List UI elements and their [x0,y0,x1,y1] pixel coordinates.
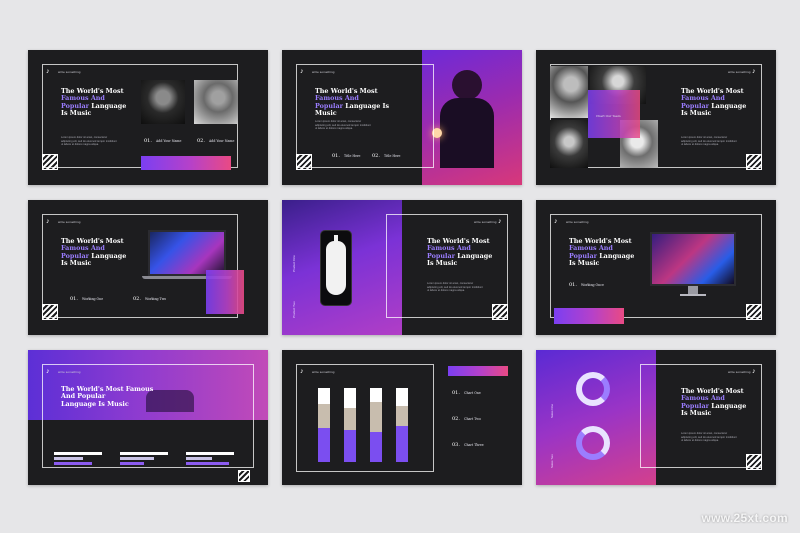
stripes-decoration [746,154,762,170]
bar-column [344,388,356,462]
item-label: Add Your Name [156,139,182,143]
monitor-base [680,294,706,296]
photo-singer [141,80,185,124]
photo-member-3 [550,120,588,168]
item-label: Chart Two [464,417,481,421]
guitarist-photo [422,50,522,185]
stripes-decoration [238,470,250,482]
bar-column [396,388,408,462]
slide-title: The World's Most Famous And Popular Lang… [681,87,747,118]
bar-item-2 [120,452,168,465]
stripes-decoration [296,154,312,170]
slide-thumbnail-2[interactable]: ♪ write something The World's Most Famou… [282,50,522,185]
bar-column [318,388,330,462]
slide-title: The World's Most Famous And Popular Lang… [427,237,493,268]
monitor-stand [688,286,698,294]
item-label: Add Your Name [209,139,235,143]
item-number: 02. [197,138,205,144]
item-label: Title Here [384,154,401,158]
stripes-decoration [492,304,508,320]
item-number: 01. [332,153,340,159]
slide-body-text: Lorem ipsum dolor sit amet, consectetur … [61,136,117,147]
slide-body-text: Lorem ipsum dolor sit amet, consectetur … [681,432,737,443]
photo-member-1 [550,66,588,118]
slide-title: The World's Most Famous And Popular Lang… [61,237,127,268]
slide-thumbnail-5[interactable]: Product One Product Two write something … [282,200,522,335]
music-note-icon: ♪ [554,218,558,225]
slide-thumbnail-7[interactable]: ♪ write something The World's Most Famou… [28,350,268,485]
music-note-icon: ♪ [46,218,50,225]
item-number: 01. [569,282,577,288]
gradient-block [554,308,624,324]
item-label: Working Two [145,297,167,301]
music-note-icon: ♪ [498,218,502,225]
slide-tag: write something [474,220,497,224]
slide-title: The World's Most Famous And Popular Lang… [61,385,154,408]
gradient-block [448,366,508,376]
slide-tag: write something [58,70,81,74]
stripes-decoration [746,304,762,320]
item-number: 02. [452,416,460,422]
donut-chart [576,426,610,460]
watermark: www.25xt.com [701,511,788,525]
gradient-block [206,270,244,314]
item-number: 02. [133,296,141,302]
slide-title: The World's Most Famous And Popular Lang… [315,87,390,118]
music-note-icon: ♪ [46,368,50,375]
phone-mockup [320,230,352,306]
slide-thumbnail-4[interactable]: ♪ write something The World's Most Famou… [28,200,268,335]
music-note-icon: ♪ [46,68,50,75]
item-label: Working Once [581,283,604,287]
bar-item-1 [54,452,102,465]
slide-thumbnail-9[interactable]: Sales One Sales Two write something ♪ Th… [536,350,776,485]
slide-tag: write something [58,220,81,224]
side-label: Product One [292,255,296,272]
music-note-icon: ♪ [752,68,756,75]
slide-body-text: Lorem ipsum dolor sit amet, consectetur … [315,120,371,131]
stripes-decoration [42,304,58,320]
gradient-block [141,156,231,170]
slide-tag: write something [58,370,81,374]
music-note-icon: ♪ [300,368,304,375]
slide-tag: write something [728,370,751,374]
photo-woman [194,80,238,124]
item-number: 03. [452,442,460,448]
music-note-icon: ♪ [300,68,304,75]
item-label: Chart One [464,391,481,395]
slide-title: The World's Most Famous And Popular Lang… [61,87,127,118]
slide-thumbnail-6[interactable]: ♪ write something The World's Most Famou… [536,200,776,335]
music-note-icon: ♪ [752,368,756,375]
slide-tag: write something [312,70,335,74]
stripes-decoration [746,454,762,470]
slide-thumbnail-3[interactable]: Chart Our Team write something ♪ The Wor… [536,50,776,185]
slide-tag: write something [566,220,589,224]
side-label: Product Two [292,301,296,318]
side-label: Sales One [550,403,554,418]
performer-background [536,350,656,485]
overlay-label: Chart Our Team [596,114,621,118]
bar-item-3 [186,452,234,465]
item-label: Chart Three [464,443,484,447]
slide-title: The World's Most Famous And Popular Lang… [681,387,747,418]
slide-tag: write something [728,70,751,74]
slide-thumbnail-8[interactable]: ♪ write something 01. Chart One 02. Char… [282,350,522,485]
stacked-bars [316,388,416,462]
bar-column [370,388,382,462]
slide-body-text: Lorem ipsum dolor sit amet, consectetur … [681,136,737,147]
item-number: 01. [70,296,78,302]
side-label: Sales Two [550,454,554,468]
item-label: Working One [82,297,104,301]
item-number: 01. [452,390,460,396]
stripes-decoration [42,154,58,170]
slide-thumbnail-1[interactable]: ♪ write something The World's Most Famou… [28,50,268,185]
slide-title: The World's Most Famous And Popular Lang… [569,237,635,268]
item-number: 02. [372,153,380,159]
item-number: 01. [144,138,152,144]
donut-chart [576,372,610,406]
item-label: Title Here [344,154,361,158]
slide-tag: write something [312,370,335,374]
slide-body-text: Lorem ipsum dolor sit amet, consectetur … [427,282,483,293]
monitor-screen [650,232,736,286]
